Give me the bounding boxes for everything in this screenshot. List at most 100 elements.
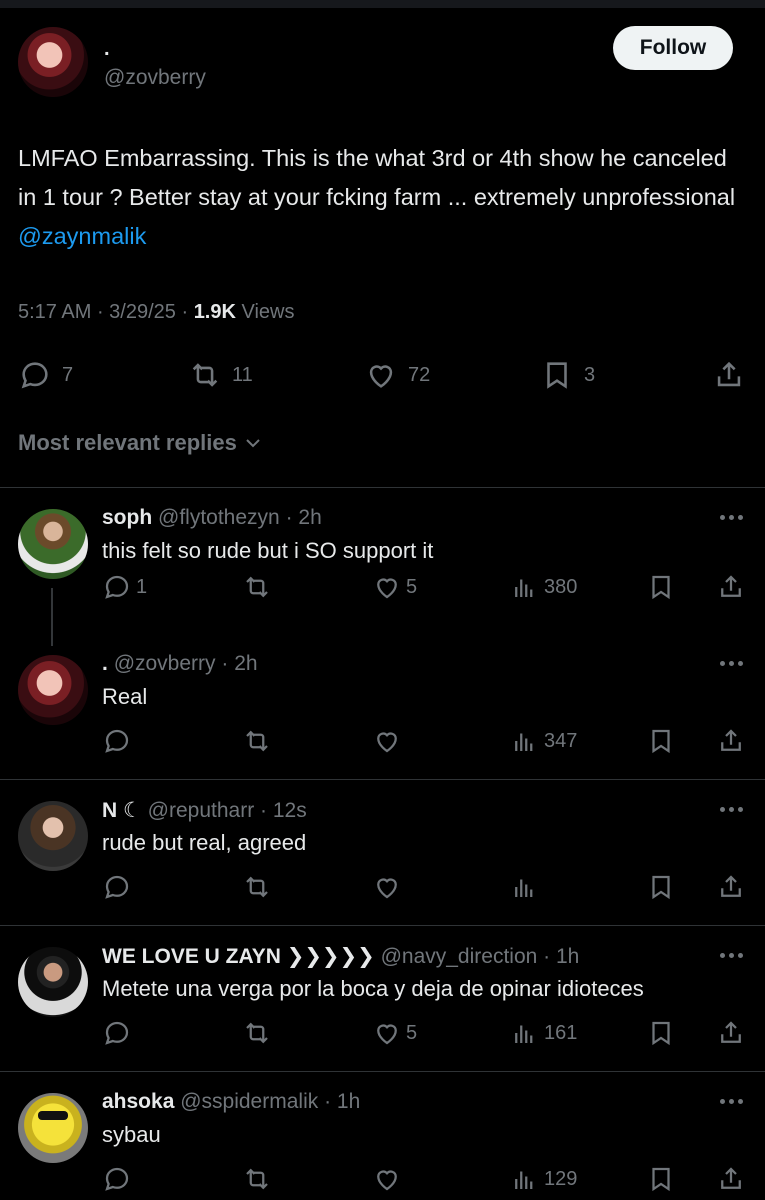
repost-button[interactable]	[242, 724, 272, 758]
views-button[interactable]: 380	[510, 570, 577, 604]
reply-button[interactable]	[102, 1162, 132, 1196]
more-options-icon[interactable]	[718, 506, 746, 526]
analytics-icon	[515, 579, 533, 597]
more-options-icon[interactable]	[718, 798, 746, 818]
reply-name[interactable]: N ☾	[102, 799, 142, 822]
like-button[interactable]	[372, 1162, 402, 1196]
share-button[interactable]	[716, 724, 746, 758]
share-icon	[721, 1021, 741, 1043]
share-button[interactable]	[716, 1162, 746, 1196]
analytics-icon	[515, 879, 533, 897]
reply-text: Real	[102, 684, 148, 709]
reply-name[interactable]: ahsoka	[102, 1090, 174, 1113]
reply-button[interactable]: 1	[102, 570, 147, 604]
repost-button[interactable]	[242, 870, 272, 904]
more-options-icon[interactable]	[718, 944, 746, 964]
like-button[interactable]	[372, 870, 402, 904]
reply-time[interactable]: 2h	[234, 652, 257, 675]
share-button[interactable]	[716, 870, 746, 904]
reply-handle[interactable]: @flytothezyn	[158, 506, 280, 529]
reply-avatar[interactable]	[18, 655, 88, 725]
bookmark-button[interactable]	[646, 724, 676, 758]
reply-header: WE LOVE U ZAYN ❯❯❯❯❯ @navy_direction · 1…	[102, 945, 580, 968]
like-button[interactable]: 5	[372, 1016, 417, 1050]
follow-button[interactable]: Follow	[613, 26, 733, 70]
bookmark-icon	[652, 575, 670, 600]
reply-button[interactable]	[102, 1016, 132, 1050]
reply-avatar[interactable]	[18, 947, 88, 1017]
tweet-time[interactable]: 5:17 AM	[18, 301, 91, 323]
mention-link[interactable]: @zaynmalik	[18, 223, 146, 249]
like-count: 5	[406, 1021, 418, 1044]
reply-name[interactable]: soph	[102, 506, 152, 529]
repost-icon	[246, 730, 268, 752]
bookmark-button[interactable]: 3	[540, 350, 595, 400]
reply-text: rude but real, agreed	[102, 830, 307, 855]
share-button[interactable]	[716, 570, 746, 604]
more-options-icon[interactable]	[718, 1090, 746, 1110]
views-count: 129	[544, 1167, 578, 1190]
like-button[interactable]	[372, 724, 402, 758]
reply-time[interactable]: 2h	[298, 506, 321, 529]
bookmark-button[interactable]	[646, 570, 676, 604]
reply-actions: 1 5 380	[0, 570, 765, 604]
analytics-icon	[515, 1025, 533, 1043]
share-icon	[721, 1167, 741, 1189]
views-button[interactable]	[510, 870, 540, 904]
reply-name[interactable]: .	[102, 652, 108, 675]
views-button[interactable]: 129	[510, 1162, 577, 1196]
repost-icon	[246, 876, 268, 898]
reply-handle[interactable]: @navy_direction	[381, 945, 538, 968]
reply-handle[interactable]: @reputharr	[148, 799, 255, 822]
reply-icon	[105, 1167, 129, 1191]
reply-count: 1	[136, 575, 148, 598]
repost-button[interactable]: 11	[188, 350, 253, 400]
more-options-icon[interactable]	[718, 652, 746, 672]
tweet-text: LMFAO Embarrassing. This is the what 3rd…	[18, 139, 748, 256]
tweet-body: LMFAO Embarrassing. This is the what 3rd…	[18, 145, 736, 210]
reply-button[interactable]	[102, 870, 132, 904]
share-button[interactable]	[712, 350, 746, 400]
views-button[interactable]: 161	[510, 1016, 577, 1050]
avatar[interactable]	[18, 27, 88, 97]
reply-avatar[interactable]	[18, 509, 88, 579]
reply-button[interactable]	[102, 724, 132, 758]
repost-button[interactable]	[242, 570, 276, 604]
reply-avatar[interactable]	[18, 801, 88, 871]
like-button[interactable]: 5	[372, 570, 417, 604]
reply-button[interactable]: 7	[18, 350, 73, 400]
bookmark-button[interactable]	[646, 870, 676, 904]
tweet-date[interactable]: 3/29/25	[109, 301, 176, 323]
share-icon	[717, 361, 741, 387]
author-handle[interactable]: @zovberry	[104, 66, 206, 90]
views-count: 161	[544, 1021, 578, 1044]
reply-header: N ☾ @reputharr · 12s	[102, 799, 307, 822]
sort-label: Most relevant replies	[18, 430, 237, 455]
divider	[0, 487, 765, 488]
bookmark-icon	[652, 875, 670, 900]
reply-actions: 129	[0, 1162, 765, 1196]
reply-avatar[interactable]	[18, 1093, 88, 1163]
repost-icon	[192, 363, 218, 387]
reply-time[interactable]: 1h	[337, 1090, 360, 1113]
reply-time[interactable]: 1h	[556, 945, 579, 968]
reply-handle[interactable]: @zovberry	[114, 652, 216, 675]
reply-text: Metete una verga por la boca y deja de o…	[102, 976, 644, 1001]
views-button[interactable]: 347	[510, 724, 577, 758]
reply-handle[interactable]: @sspidermalik	[180, 1090, 318, 1113]
like-button[interactable]: 72	[364, 350, 430, 400]
sort-replies-dropdown[interactable]: Most relevant replies	[18, 430, 263, 456]
bookmark-button[interactable]	[646, 1016, 676, 1050]
author-name[interactable]: .	[104, 38, 110, 61]
views-label: Views	[241, 301, 295, 323]
bookmark-icon	[652, 1167, 670, 1192]
reply-name[interactable]: WE LOVE U ZAYN ❯❯❯❯❯	[102, 945, 375, 968]
reply-icon	[105, 575, 129, 599]
repost-button[interactable]	[242, 1016, 272, 1050]
heart-icon	[377, 878, 397, 899]
repost-button[interactable]	[242, 1162, 272, 1196]
reply-time[interactable]: 12s	[273, 799, 307, 822]
bookmark-button[interactable]	[646, 1162, 676, 1196]
tweet-actions: 7 11 72 3	[0, 350, 765, 400]
share-button[interactable]	[716, 1016, 746, 1050]
